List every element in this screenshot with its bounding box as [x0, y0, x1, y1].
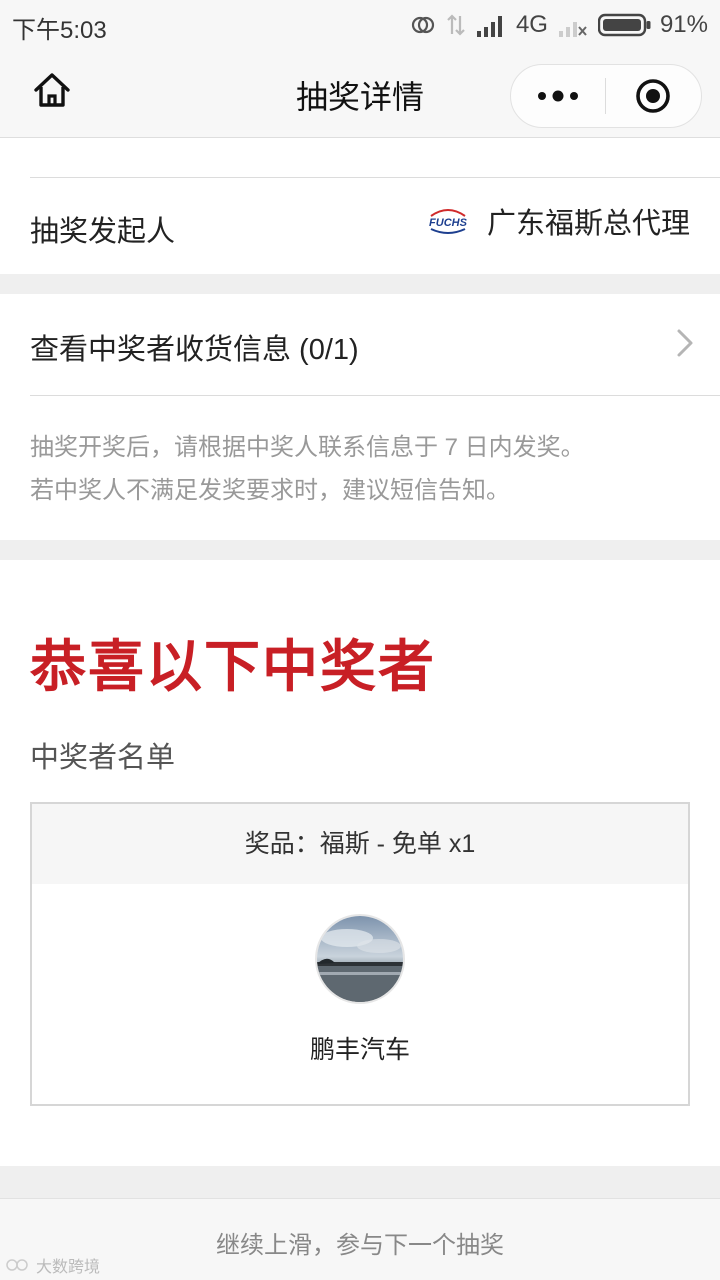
winner-item[interactable]: 鹏丰汽车	[32, 914, 688, 1066]
winner-name: 鹏丰汽车	[309, 1036, 410, 1064]
more-button[interactable]	[511, 64, 605, 128]
battery: 91%	[597, 11, 708, 39]
initiator-info[interactable]: FUCHS 广东福斯总代理	[427, 200, 690, 242]
status-bar: 下午5:03 4G 91%	[0, 0, 720, 50]
bottom-bar: 继续上滑，参与下一个抽奖 大数跨境	[0, 1198, 720, 1280]
receipt-label: 查看中奖者收货信息 (0/1)	[30, 334, 359, 366]
signal-no-sim-icon	[558, 13, 588, 37]
data-transfer-icon	[446, 12, 466, 38]
close-button[interactable]	[606, 64, 702, 128]
delivery-notice: 抽奖开奖后，请根据中奖人联系信息于 7 日内发奖。 若中奖人不满足发奖要求时，建…	[30, 426, 585, 512]
winner-list-title: 中奖者名单	[30, 742, 176, 774]
receipt-row[interactable]: 查看中奖者收货信息 (0/1)	[0, 294, 720, 395]
mini-program-capsule	[510, 64, 702, 128]
network-type: 4G	[515, 11, 548, 38]
target-close-icon	[636, 79, 671, 113]
fuchs-logo-text: FUCHS	[429, 217, 468, 229]
section-gap	[0, 1166, 720, 1198]
initiator-name: 广东福斯总代理	[486, 208, 690, 240]
notice-line-1: 抽奖开奖后，请根据中奖人联系信息于 7 日内发奖。	[30, 434, 585, 461]
status-time: 下午5:03	[12, 17, 107, 44]
battery-level: 91%	[659, 11, 708, 38]
winners-section: 恭喜以下中奖者 中奖者名单 奖品：福斯 - 免单 x1 鹏丰汽车	[0, 560, 720, 1166]
section-gap	[0, 274, 720, 294]
section-gap	[0, 540, 720, 560]
prize-card: 奖品：福斯 - 免单 x1 鹏丰汽车	[30, 802, 690, 1106]
divider	[30, 395, 720, 396]
chevron-right-icon	[676, 328, 694, 363]
watermark-text: 大数跨境	[36, 1259, 101, 1276]
fuchs-logo: FUCHS	[427, 200, 469, 242]
battery-icon	[597, 13, 651, 37]
sync-icon	[410, 12, 436, 38]
status-icons: 4G 91%	[410, 8, 708, 42]
congrats-headline: 恭喜以下中奖者	[30, 634, 436, 700]
avatar	[315, 914, 405, 1004]
initiator-section: 抽奖发起人 FUCHS 广东福斯总代理	[0, 138, 720, 274]
signal-icon	[476, 13, 506, 37]
receipt-section: 查看中奖者收货信息 (0/1) 抽奖开奖后，请根据中奖人联系信息于 7 日内发奖…	[0, 294, 720, 540]
notice-line-2: 若中奖人不满足发奖要求时，建议短信告知。	[30, 477, 510, 504]
nav-bar: 抽奖详情	[0, 50, 720, 138]
more-dots-icon	[537, 90, 578, 102]
prize-label: 奖品：福斯 - 免单 x1	[32, 804, 688, 884]
swipe-up-hint[interactable]: 继续上滑，参与下一个抽奖	[0, 1225, 720, 1260]
initiator-label: 抽奖发起人	[30, 216, 176, 248]
watermark: 大数跨境	[6, 1253, 100, 1277]
initiator-row: 抽奖发起人 FUCHS 广东福斯总代理	[0, 178, 720, 274]
watermark-logo-icon	[6, 1259, 28, 1271]
